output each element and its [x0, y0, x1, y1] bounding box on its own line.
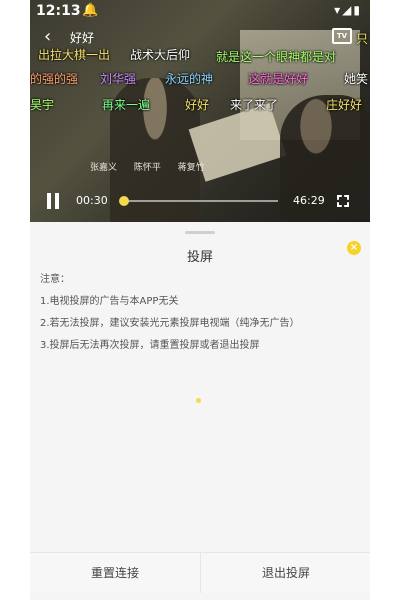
player-top-bar: ‹ 好好 TV [30, 26, 370, 50]
signal-battery-icons: ▾◢▮ [334, 3, 362, 17]
status-bar: 12:13 🔔 ▾◢▮ [30, 0, 370, 24]
bell-icon: 🔔 [82, 3, 99, 18]
video-credits: 张嘉义 陈怀平 蒋复竹 [90, 163, 205, 173]
danmaku-comment: 永远的神 [165, 72, 214, 86]
close-icon[interactable]: × [347, 241, 361, 255]
reconnect-button[interactable]: 重置连接 [30, 553, 200, 593]
sheet-title: 投屏 [186, 250, 213, 265]
phone-frame: 12:13 🔔 ▾◢▮ 出拉大棋一出 战术大后仰 只 就是这一个眼神都是对 的强… [30, 0, 370, 600]
bottom-actions: 重置连接 退出投屏 [30, 552, 370, 593]
video-player[interactable]: 12:13 🔔 ▾◢▮ 出拉大棋一出 战术大后仰 只 就是这一个眼神都是对 的强… [30, 0, 370, 222]
loading-indicator [196, 398, 201, 403]
notice-heading: 注意： [40, 274, 70, 285]
danmaku-comment: 刘华强 [100, 72, 137, 86]
progress-bar[interactable] [118, 196, 278, 206]
danmaku-comment: 的强的强 [30, 72, 79, 86]
pause-icon[interactable] [46, 193, 60, 209]
progress-thumb[interactable] [118, 196, 129, 206]
danmaku-comment: 她笑 [344, 72, 369, 86]
video-title: 好好 [70, 31, 95, 45]
danmaku-comment: 好好 [185, 98, 210, 112]
current-time: 00:30 [76, 194, 108, 207]
danmaku-layer: 出拉大棋一出 战术大后仰 只 就是这一个眼神都是对 的强的强 刘华强 永远的神 … [30, 32, 370, 120]
danmaku-comment: 就是这一个眼神都是对 [216, 50, 337, 64]
cast-bottom-sheet: 投屏 × 注意： 1.电视投屏的广告与本APP无关 2.若无法投屏，建议安装光元… [30, 222, 370, 600]
danmaku-comment: 来了来了 [230, 98, 279, 112]
player-controls: 00:30 46:29 [30, 188, 370, 214]
tv-cast-icon[interactable]: TV [332, 28, 352, 44]
total-time: 46:29 [293, 194, 325, 207]
notice-item: 2.若无法投屏，建议安装光元素投屏电视端（纯净无广告） [40, 318, 300, 329]
danmaku-comment: 再来一遍 [102, 98, 151, 112]
status-time: 12:13 [36, 3, 81, 19]
danmaku-comment: 昊宇 [30, 98, 55, 112]
danmaku-comment: 庄好好 [326, 98, 363, 112]
danmaku-comment: 这就是好好 [248, 72, 309, 86]
back-arrow-icon[interactable]: ‹ [44, 26, 51, 48]
notice-item: 1.电视投屏的广告与本APP无关 [40, 296, 179, 307]
drag-handle[interactable] [185, 231, 215, 234]
notice-block: 注意： 1.电视投屏的广告与本APP无关 2.若无法投屏，建议安装光元素投屏电视… [40, 270, 360, 358]
fullscreen-icon[interactable] [337, 195, 349, 207]
exit-cast-button[interactable]: 退出投屏 [201, 553, 370, 593]
notice-item: 3.投屏后无法再次投屏，请重置投屏或者退出投屏 [40, 340, 260, 351]
